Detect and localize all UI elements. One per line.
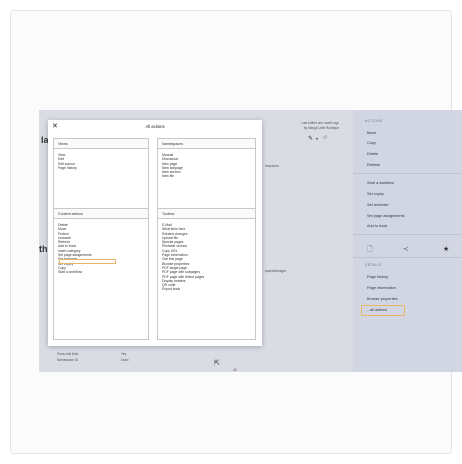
content-actions-heading: Content actions — [54, 209, 148, 219]
file-icon[interactable]: 🗋 — [367, 245, 373, 256]
views-section: Views View Edit Edit source Page history — [53, 138, 149, 210]
content-actions-section: Content actions Delete Move Protect Unwa… — [53, 208, 149, 340]
page-number: 40 — [233, 368, 237, 372]
footer-value: Used — [121, 358, 129, 362]
action-add-to-book[interactable]: Add to book — [367, 224, 387, 228]
divider — [353, 234, 462, 235]
background-text: spaceManager. — [265, 269, 287, 273]
menu-item-start-workflow[interactable]: Start a workflow — [58, 270, 148, 274]
action-move[interactable]: Move — [367, 131, 376, 135]
details-heading: DETAILS — [365, 263, 382, 267]
detail-page-information[interactable]: Page information — [367, 286, 396, 290]
divider — [353, 173, 462, 174]
views-heading: Views — [54, 139, 148, 149]
mouse-cursor-icon: ⇱ — [214, 360, 220, 367]
namespaces-section: Namespaces Manual Discussion New page Ne… — [157, 138, 256, 210]
divider — [353, 257, 462, 258]
detail-browse-properties[interactable]: Browse properties — [367, 297, 398, 301]
insert-category-highlight — [59, 259, 116, 264]
detail-page-history[interactable]: Page history — [367, 275, 388, 279]
last-edited-author[interactable]: by Mangil Limb Rodrique — [269, 126, 339, 130]
footer-key: Namespace ID — [57, 358, 79, 362]
history-icon[interactable]: ↺ — [323, 135, 327, 141]
action-set-page-assignments[interactable]: Set page assignments — [367, 214, 405, 218]
all-actions-highlight — [361, 305, 405, 316]
namespaces-heading: Namespaces — [158, 139, 255, 149]
share-icon[interactable]: ≺ — [403, 245, 409, 253]
action-delete[interactable]: Delete — [367, 152, 378, 156]
background-heading-fragment: th — [39, 244, 48, 254]
action-set-expiry[interactable]: Set expiry — [367, 192, 384, 196]
background-text: nespaces. — [265, 164, 280, 168]
last-edited-text[interactable]: Last edited one month ago — [269, 121, 339, 125]
toolbox-heading: Toolbox — [158, 209, 255, 219]
all-actions-dialog: ✕ All actions Views View Edit Edit sourc… — [48, 120, 262, 346]
pencil-icon[interactable]: ✎ — [308, 135, 313, 142]
menu-item-new-file[interactable]: New file — [162, 174, 255, 178]
menu-item-export-book[interactable]: Export book — [162, 287, 255, 291]
star-icon[interactable]: ★ — [443, 245, 449, 253]
action-refresh[interactable]: Refresh — [367, 163, 380, 167]
toolbox-section: Toolbox E-Mail What links here Related c… — [157, 208, 256, 340]
footer-value: Yes — [121, 352, 127, 356]
footer-key: Show edit links — [57, 352, 79, 356]
menu-item-page-history[interactable]: Page history — [58, 166, 148, 170]
action-set-reminder[interactable]: Set reminder — [367, 203, 389, 207]
action-start-workflow[interactable]: Start a workflow — [367, 181, 394, 185]
chevron-down-icon[interactable]: ▾ — [316, 136, 318, 141]
action-copy[interactable]: Copy — [367, 141, 376, 145]
dialog-title: All actions — [145, 124, 165, 129]
actions-heading: ACTIONS — [365, 119, 383, 123]
right-sidebar: ACTIONS Move Copy Delete Refresh Start a… — [353, 110, 462, 372]
